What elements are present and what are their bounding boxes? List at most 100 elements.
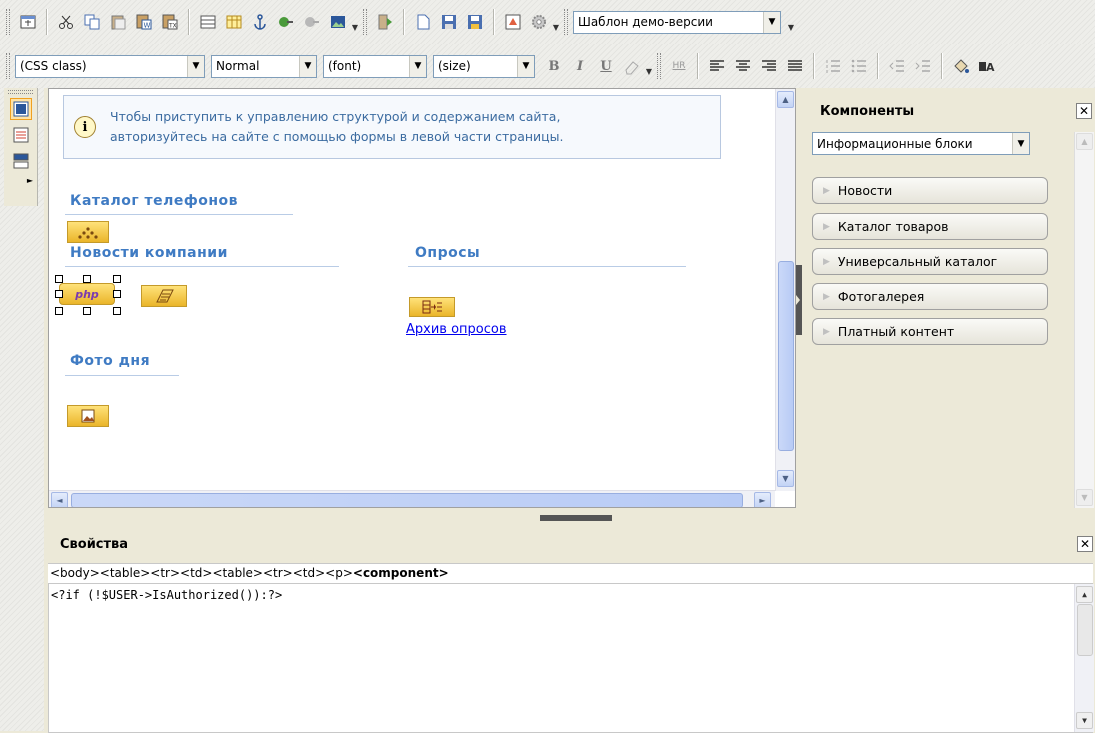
component-item-paid-content[interactable]: ▶ Платный контент (812, 318, 1048, 345)
align-right-button[interactable] (757, 54, 781, 78)
copy-button[interactable] (80, 10, 104, 34)
resize-handle[interactable] (83, 275, 91, 283)
component-item-gallery[interactable]: ▶ Фотогалерея (812, 283, 1048, 310)
poll-component[interactable] (409, 297, 455, 317)
settings-button[interactable] (527, 10, 551, 34)
resize-handle[interactable] (113, 307, 121, 315)
toolbar-grip[interactable] (6, 53, 10, 79)
catalog-component[interactable] (67, 221, 109, 243)
php-component[interactable]: php (59, 283, 115, 305)
unlink-button[interactable] (300, 10, 324, 34)
tag-path-current[interactable]: <component> (353, 566, 449, 580)
cut-button[interactable] (54, 10, 78, 34)
resize-handle[interactable] (113, 290, 121, 298)
anchor-button[interactable] (248, 10, 272, 34)
chevron-down-icon[interactable]: ▼ (187, 55, 204, 77)
paste-word-button[interactable]: W (132, 10, 156, 34)
horizontal-splitter[interactable] (540, 515, 612, 521)
chevron-down-icon[interactable]: ▼ (517, 55, 534, 77)
font-select[interactable]: (font) ▼ (323, 54, 427, 78)
horizontal-rule-button[interactable]: HR (667, 54, 691, 78)
scroll-down-button[interactable]: ▼ (777, 470, 794, 487)
scroll-right-button[interactable]: ► (754, 492, 771, 507)
link-button[interactable] (274, 10, 298, 34)
justify-button[interactable] (783, 54, 807, 78)
scroll-down-button[interactable]: ▼ (1076, 489, 1093, 506)
outdent-button[interactable] (885, 54, 909, 78)
size-select[interactable]: (size) ▼ (433, 54, 535, 78)
image-button[interactable] (326, 10, 350, 34)
chevron-down-icon[interactable]: ▼ (1012, 133, 1029, 154)
resize-handle[interactable] (83, 307, 91, 315)
component-item-catalog[interactable]: ▶ Каталог товаров (812, 213, 1048, 240)
toolbar-grip[interactable] (363, 9, 367, 35)
ordered-list-button[interactable] (821, 54, 845, 78)
split-mode-button[interactable] (10, 150, 32, 172)
wysiwyg-mode-button[interactable] (9, 98, 32, 120)
align-left-button[interactable] (705, 54, 729, 78)
page-properties-button[interactable] (501, 10, 525, 34)
scroll-left-button[interactable]: ◄ (51, 492, 68, 507)
component-item-universal-catalog[interactable]: ▶ Универсальный каталог (812, 248, 1048, 275)
scroll-thumb[interactable] (71, 493, 743, 507)
chevron-right-icon[interactable]: ► (4, 176, 37, 185)
editor-vertical-scrollbar[interactable]: ▲ ▼ (775, 89, 795, 491)
toolbar-overflow-chevron[interactable]: ▼ (645, 53, 653, 79)
component-code-area[interactable]: <?if (!$USER->IsAuthorized()):?> ▲ ▼ (48, 583, 1094, 733)
scroll-up-button[interactable]: ▲ (1076, 586, 1093, 603)
paste-button[interactable] (106, 10, 130, 34)
editor-canvas[interactable]: i Чтобы приступить к управлению структур… (48, 88, 796, 508)
toolbar-grip[interactable] (6, 9, 10, 35)
properties-scrollbar[interactable]: ▲ ▼ (1074, 584, 1094, 732)
poll-archive-link[interactable]: Архив опросов (406, 322, 507, 337)
toolbar-overflow-chevron[interactable]: ▼ (787, 9, 795, 35)
text-color-button[interactable]: A (975, 54, 999, 78)
components-scrollbar[interactable]: ▲ ▼ (1074, 132, 1094, 508)
align-center-button[interactable] (731, 54, 755, 78)
chevron-down-icon[interactable]: ▼ (409, 55, 426, 77)
save-as-button[interactable] (463, 10, 487, 34)
scroll-thumb[interactable] (1077, 604, 1093, 656)
unordered-list-button[interactable] (847, 54, 871, 78)
editor-horizontal-scrollbar[interactable]: ◄ ► (49, 490, 775, 507)
template-select[interactable]: Шаблон демо-версии ▼ (573, 10, 781, 34)
close-icon[interactable]: ✕ (1077, 536, 1093, 552)
toolbar-grip[interactable] (657, 53, 661, 79)
table-button[interactable] (196, 10, 220, 34)
underline-button[interactable]: U (594, 54, 618, 78)
indent-button[interactable] (911, 54, 935, 78)
insert-table-button[interactable] (222, 10, 246, 34)
css-class-select[interactable]: (CSS class) ▼ (15, 54, 205, 78)
paste-text-button[interactable]: TX (158, 10, 182, 34)
chevron-down-icon[interactable]: ▼ (299, 55, 316, 77)
close-icon[interactable]: ✕ (1076, 103, 1092, 119)
resize-handle[interactable] (55, 290, 63, 298)
bold-button[interactable]: B (542, 54, 566, 78)
component-category-select[interactable]: Информационные блоки ▼ (812, 132, 1030, 155)
resize-handle[interactable] (113, 275, 121, 283)
save-button[interactable] (437, 10, 461, 34)
new-page-button[interactable] (411, 10, 435, 34)
toolbar-overflow-chevron[interactable]: ▼ (552, 9, 560, 35)
toolbar-grip[interactable] (8, 90, 33, 94)
format-select[interactable]: Normal ▼ (211, 54, 317, 78)
remove-format-button[interactable] (620, 54, 644, 78)
resize-handle[interactable] (55, 275, 63, 283)
photo-component[interactable] (67, 405, 109, 427)
component-item-news[interactable]: ▶ Новости (812, 177, 1048, 204)
flash-button[interactable] (373, 10, 397, 34)
code-mode-button[interactable] (10, 124, 32, 146)
news-list-component[interactable] (141, 285, 187, 307)
italic-button[interactable]: I (568, 54, 592, 78)
toolbar-overflow-chevron[interactable]: ▼ (351, 9, 359, 35)
resize-handle[interactable] (55, 307, 63, 315)
fullscreen-button[interactable] (16, 10, 40, 34)
tag-path-prefix[interactable]: <body><table><tr><td><table><tr><td><p> (50, 566, 353, 580)
scroll-up-button[interactable]: ▲ (1076, 133, 1093, 150)
scroll-up-button[interactable]: ▲ (777, 91, 794, 108)
chevron-down-icon[interactable]: ▼ (763, 11, 780, 33)
scroll-down-button[interactable]: ▼ (1076, 712, 1093, 729)
scroll-thumb[interactable] (778, 261, 794, 451)
background-color-button[interactable] (949, 54, 973, 78)
toolbar-grip[interactable] (564, 9, 568, 35)
